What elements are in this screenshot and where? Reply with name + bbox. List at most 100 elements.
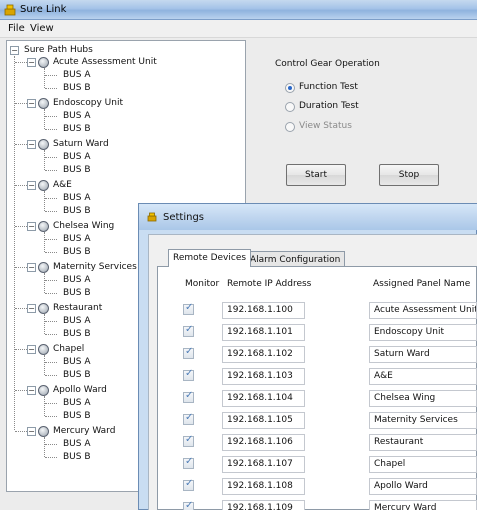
hub-expander[interactable]: − bbox=[27, 304, 36, 313]
monitor-checkbox[interactable]: ✓ bbox=[183, 412, 194, 425]
ip-address-field[interactable]: 192.168.1.102 bbox=[222, 346, 305, 363]
tree-hub-label[interactable]: Saturn Ward bbox=[53, 138, 109, 151]
radio-view-status[interactable] bbox=[285, 122, 295, 132]
tree-bus-label[interactable]: BUS A bbox=[63, 397, 91, 410]
hub-icon bbox=[38, 180, 49, 191]
ip-address-field[interactable]: 192.168.1.109 bbox=[222, 500, 305, 510]
tree-bus-label[interactable]: BUS B bbox=[63, 328, 91, 341]
tree-child-branch bbox=[45, 116, 57, 117]
ip-address-field[interactable]: 192.168.1.108 bbox=[222, 478, 305, 495]
hub-expander[interactable]: − bbox=[27, 140, 36, 149]
tree-bus-label[interactable]: BUS B bbox=[63, 410, 91, 423]
tree-bus-label[interactable]: BUS B bbox=[63, 246, 91, 259]
monitor-checkbox[interactable]: ✓ bbox=[183, 346, 194, 359]
tree-bus-label[interactable]: BUS B bbox=[63, 123, 91, 136]
hub-icon bbox=[38, 98, 49, 109]
monitor-checkbox[interactable]: ✓ bbox=[183, 302, 194, 315]
tree-hub-label[interactable]: Chapel bbox=[53, 343, 84, 356]
ip-address-field[interactable]: 192.168.1.104 bbox=[222, 390, 305, 407]
tree-hub-label[interactable]: A&E bbox=[53, 179, 72, 192]
tree-bus-label[interactable]: BUS B bbox=[63, 369, 91, 382]
tree-bus-label[interactable]: BUS A bbox=[63, 315, 91, 328]
tree-child-line bbox=[44, 437, 45, 457]
monitor-checkbox[interactable]: ✓ bbox=[183, 500, 194, 510]
tab-remote-devices[interactable]: Remote Devices bbox=[168, 249, 252, 267]
radio-duration-test[interactable] bbox=[285, 102, 295, 112]
hub-icon bbox=[38, 303, 49, 314]
hub-expander[interactable]: − bbox=[27, 386, 36, 395]
tree-bus-label[interactable]: BUS A bbox=[63, 69, 91, 82]
tree-bus-label[interactable]: BUS A bbox=[63, 274, 91, 287]
tab-alarm-configuration[interactable]: Alarm Configuration bbox=[245, 251, 346, 266]
tree-hub-label[interactable]: Acute Assessment Unit bbox=[53, 56, 157, 69]
panel-name-field[interactable]: Chapel bbox=[369, 456, 477, 473]
monitor-checkbox[interactable]: ✓ bbox=[183, 478, 194, 491]
menu-view[interactable]: View bbox=[30, 23, 54, 34]
hub-expander[interactable]: − bbox=[27, 181, 36, 190]
tree-bus-label[interactable]: BUS A bbox=[63, 438, 91, 451]
tree-bus-label[interactable]: BUS A bbox=[63, 356, 91, 369]
panel-name-field[interactable]: Acute Assessment Unit bbox=[369, 302, 477, 319]
ip-address-field[interactable]: 192.168.1.100 bbox=[222, 302, 305, 319]
menu-file[interactable]: File bbox=[8, 23, 25, 34]
stop-button[interactable]: Stop bbox=[379, 164, 439, 186]
panel-name-field[interactable]: Apollo Ward bbox=[369, 478, 477, 495]
tree-hub-label[interactable]: Maternity Services bbox=[53, 261, 137, 274]
monitor-checkbox[interactable]: ✓ bbox=[183, 324, 194, 337]
monitor-checkbox[interactable]: ✓ bbox=[183, 368, 194, 381]
ip-address-field[interactable]: 192.168.1.107 bbox=[222, 456, 305, 473]
panel-name-field[interactable]: Saturn Ward bbox=[369, 346, 477, 363]
tree-child-line bbox=[44, 355, 45, 375]
radio-label: Function Test bbox=[299, 82, 358, 92]
tree-bus-label[interactable]: BUS B bbox=[63, 205, 91, 218]
panel-name-field[interactable]: A&E bbox=[369, 368, 477, 385]
hub-expander[interactable]: − bbox=[27, 427, 36, 436]
ip-address-field[interactable]: 192.168.1.103 bbox=[222, 368, 305, 385]
panel-name-field[interactable]: Maternity Services bbox=[369, 412, 477, 429]
monitor-checkbox[interactable]: ✓ bbox=[183, 390, 194, 403]
tree-bus-label[interactable]: BUS A bbox=[63, 233, 91, 246]
hub-expander[interactable]: − bbox=[27, 58, 36, 67]
tree-child-branch bbox=[45, 129, 57, 130]
tree-bus-label[interactable]: BUS A bbox=[63, 151, 91, 164]
tree-bus-label[interactable]: BUS B bbox=[63, 82, 91, 95]
tree-hub-label[interactable]: Restaurant bbox=[53, 302, 102, 315]
tree-bus-label[interactable]: BUS A bbox=[63, 192, 91, 205]
hub-expander[interactable]: − bbox=[27, 99, 36, 108]
check-mark-icon: ✓ bbox=[185, 346, 194, 357]
radio-function-test[interactable] bbox=[285, 83, 295, 93]
tree-hub-label[interactable]: Apollo Ward bbox=[53, 384, 107, 397]
window-title: Sure Link bbox=[20, 4, 67, 15]
tree-hub-label[interactable]: Chelsea Wing bbox=[53, 220, 114, 233]
tree-hub-label[interactable]: Endoscopy Unit bbox=[53, 97, 123, 110]
hub-icon bbox=[38, 426, 49, 437]
settings-title-bar[interactable]: Settings bbox=[139, 204, 477, 230]
ip-address-field[interactable]: 192.168.1.106 bbox=[222, 434, 305, 451]
hub-expander[interactable]: − bbox=[27, 263, 36, 272]
panel-name-field[interactable]: Mercury Ward bbox=[369, 500, 477, 510]
tree-child-line bbox=[44, 191, 45, 211]
tree-bus-label[interactable]: BUS B bbox=[63, 164, 91, 177]
tree-child-line bbox=[44, 68, 45, 88]
monitor-checkbox[interactable]: ✓ bbox=[183, 456, 194, 469]
check-mark-icon: ✓ bbox=[185, 368, 194, 379]
hub-expander[interactable]: − bbox=[27, 222, 36, 231]
ip-column-header: Remote IP Address bbox=[227, 279, 312, 289]
root-expander[interactable]: − bbox=[10, 46, 19, 55]
hub-expander[interactable]: − bbox=[27, 345, 36, 354]
tree-bus-label[interactable]: BUS B bbox=[63, 287, 91, 300]
tree-hub-label[interactable]: Mercury Ward bbox=[53, 425, 115, 438]
monitor-checkbox[interactable]: ✓ bbox=[183, 434, 194, 447]
start-button[interactable]: Start bbox=[286, 164, 346, 186]
tree-bus-label[interactable]: BUS B bbox=[63, 451, 91, 464]
settings-title: Settings bbox=[163, 212, 205, 223]
panel-name-field[interactable]: Restaurant bbox=[369, 434, 477, 451]
ip-address-field[interactable]: 192.168.1.105 bbox=[222, 412, 305, 429]
ip-address-field[interactable]: 192.168.1.101 bbox=[222, 324, 305, 341]
tree-child-branch bbox=[45, 293, 57, 294]
panel-name-field[interactable]: Chelsea Wing bbox=[369, 390, 477, 407]
panel-name-field[interactable]: Endoscopy Unit bbox=[369, 324, 477, 341]
tree-bus-label[interactable]: BUS A bbox=[63, 110, 91, 123]
main-title-bar[interactable]: Sure Link bbox=[0, 0, 477, 20]
tree-child-branch bbox=[45, 362, 57, 363]
